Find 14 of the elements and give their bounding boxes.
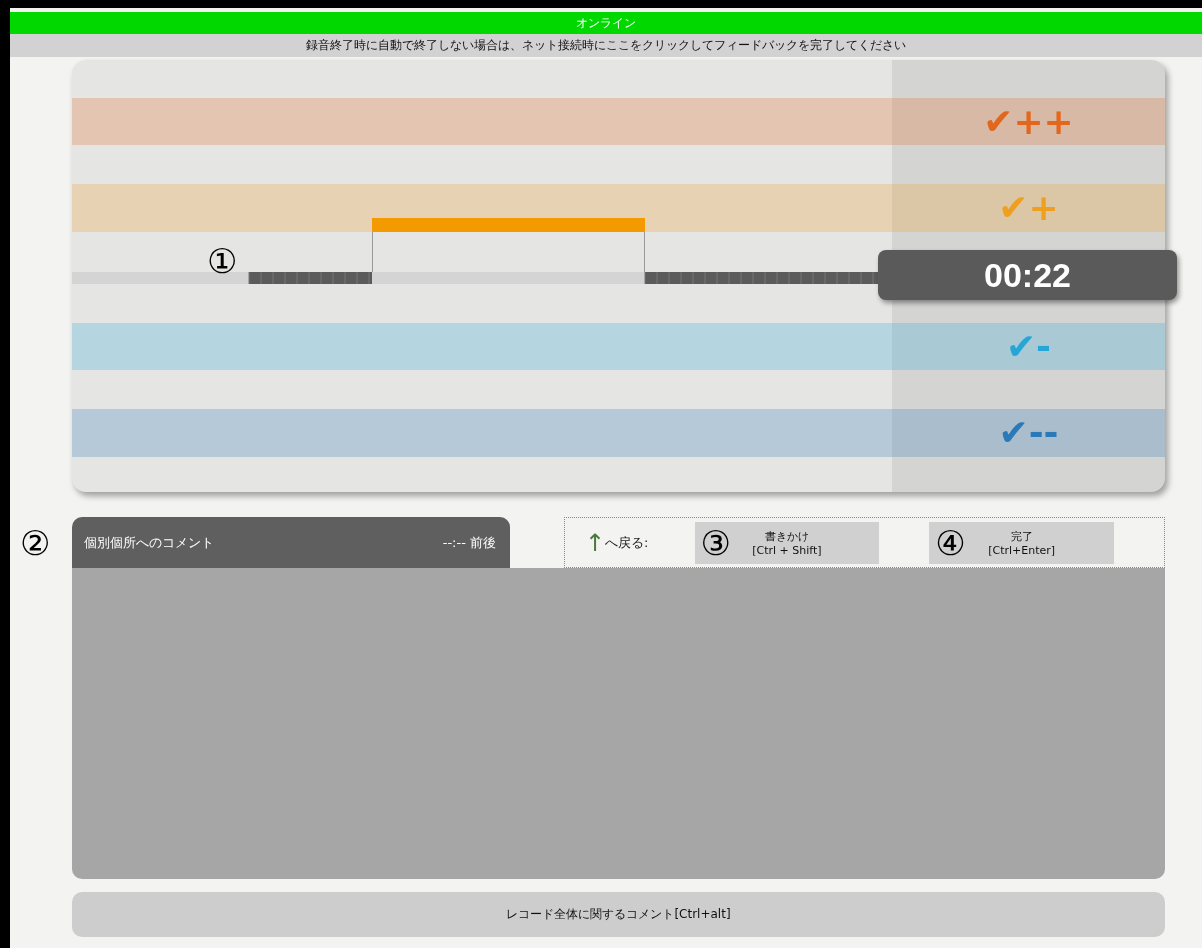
comment-tab[interactable]: 個別個所へのコメント --:-- 前後 bbox=[72, 517, 510, 568]
up-arrow[interactable]: ↑ bbox=[585, 528, 606, 557]
marker-number: ① bbox=[207, 244, 238, 278]
comment-time: --:-- 前後 bbox=[442, 533, 496, 552]
marker-number: ② bbox=[20, 526, 51, 560]
shortcut-button[interactable]: ③ 書きかけ [Ctrl + Shift] bbox=[694, 521, 880, 564]
status-bar: オンライン bbox=[10, 12, 1202, 34]
comment-title: 個別個所へのコメント bbox=[84, 533, 214, 552]
overall-comment-bar[interactable]: レコード全体に関するコメント[Ctrl+alt] bbox=[72, 892, 1165, 937]
notice-bar[interactable]: 録音終了時に自動で終了しない場合は、ネット接続時にここをクリックしてフィードバックを完了してください bbox=[10, 34, 1202, 57]
shortcut-button[interactable]: ④ 完了 [Ctrl+Enter] bbox=[929, 521, 1114, 564]
comment-field[interactable] bbox=[72, 568, 1165, 879]
time-display: 00:22 bbox=[878, 250, 1177, 300]
back-label[interactable]: へ戻る: bbox=[605, 533, 649, 552]
